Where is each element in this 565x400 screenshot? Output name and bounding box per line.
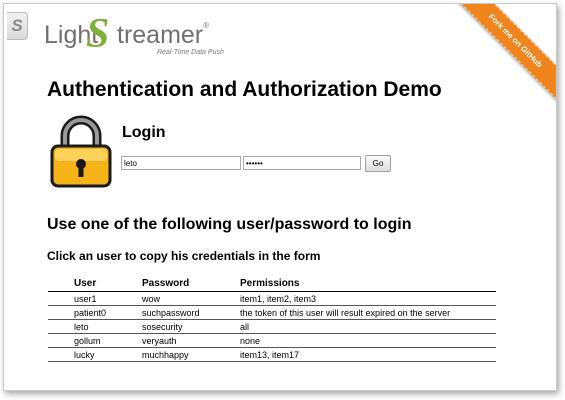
instructions-subheading: Click an user to copy his credentials in… xyxy=(47,249,321,263)
table-row[interactable]: patient0 suchpassword the token of this … xyxy=(48,305,496,320)
github-ribbon-label[interactable]: Fork me on GitHub xyxy=(453,4,556,103)
column-header-password: Password xyxy=(142,275,240,292)
cell-permissions[interactable]: item1, item2, item3 xyxy=(240,291,496,306)
instructions-heading: Use one of the following user/password t… xyxy=(47,216,412,233)
cell-password[interactable]: suchpassword xyxy=(142,305,240,320)
cell-permissions[interactable]: item13, item17 xyxy=(240,347,496,362)
cell-password[interactable]: veryauth xyxy=(142,333,240,348)
login-title: Login xyxy=(122,124,166,141)
table-row[interactable]: leto sosecurity all xyxy=(48,319,496,334)
table-row[interactable]: gollum veryauth none xyxy=(48,333,496,348)
side-tab-icon[interactable]: S xyxy=(7,12,28,40)
page-frame: S Light S treamer® Real-Time Data Push F… xyxy=(3,3,557,391)
cell-user[interactable]: gollum xyxy=(48,333,142,348)
logo-registered-mark: ® xyxy=(203,21,210,30)
table-header-row: User Password Permissions xyxy=(48,275,496,292)
go-button[interactable]: Go xyxy=(365,155,391,172)
cell-permissions[interactable]: none xyxy=(240,333,496,348)
github-ribbon[interactable]: Fork me on GitHub xyxy=(446,4,556,114)
logo-big-s: S xyxy=(86,11,110,57)
users-table: User Password Permissions user1 wow item… xyxy=(48,275,496,362)
page-title: Authentication and Authorization Demo xyxy=(47,78,442,101)
cell-user[interactable]: lucky xyxy=(48,347,142,362)
cell-permissions[interactable]: the token of this user will result expir… xyxy=(240,305,496,320)
logo-word-treamer-text: treamer xyxy=(117,21,204,49)
cell-password[interactable]: sosecurity xyxy=(142,319,240,334)
column-header-permissions: Permissions xyxy=(240,275,496,292)
cell-permissions[interactable]: all xyxy=(240,319,496,334)
cell-user[interactable]: user1 xyxy=(48,291,142,306)
padlock-icon xyxy=(50,115,112,188)
cell-user[interactable]: leto xyxy=(48,319,142,334)
username-field[interactable] xyxy=(121,156,241,170)
password-field[interactable] xyxy=(243,156,361,170)
logo-word-treamer: treamer® xyxy=(117,21,209,50)
cell-password[interactable]: wow xyxy=(142,291,240,306)
cell-password[interactable]: muchhappy xyxy=(142,347,240,362)
column-header-user: User xyxy=(48,275,142,292)
cell-user[interactable]: patient0 xyxy=(48,305,142,320)
logo-tagline: Real-Time Data Push xyxy=(157,49,224,56)
table-row[interactable]: lucky muchhappy item13, item17 xyxy=(48,347,496,362)
table-row[interactable]: user1 wow item1, item2, item3 xyxy=(48,291,496,306)
